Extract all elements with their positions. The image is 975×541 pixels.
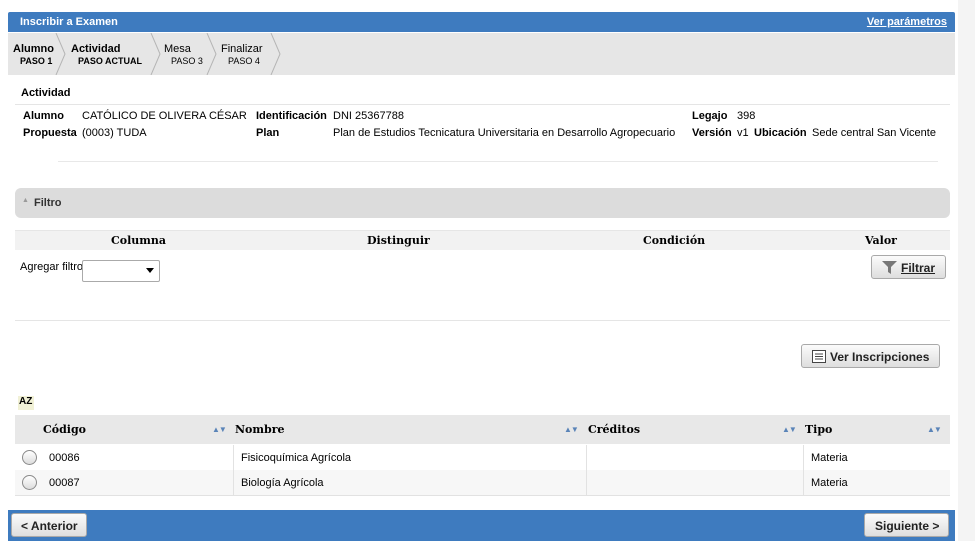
divider	[15, 320, 950, 321]
step-name: Alumno	[13, 43, 54, 55]
plan-label: Plan	[256, 127, 280, 139]
cell-tipo: Materia	[804, 445, 950, 470]
wizard-steps: Alumno PASO 1 Actividad PASO ACTUAL Mesa…	[8, 33, 955, 75]
filtrar-button[interactable]: Filtrar	[871, 255, 946, 279]
filtro-columns-header: Columna Distinguir Condición Valor	[15, 230, 950, 250]
ver-inscripciones-button[interactable]: Ver Inscripciones	[801, 344, 940, 368]
siguiente-button[interactable]: Siguiente >	[864, 513, 949, 537]
collapse-triangle-icon: ▲	[22, 197, 29, 204]
step-name: Mesa	[164, 43, 191, 55]
alumno-label: Alumno	[23, 110, 64, 122]
step-number: PASO 4	[228, 56, 260, 66]
sort-arrows-icon[interactable]: ▲▼	[212, 425, 227, 434]
table-row[interactable]: 00086 Fisicoquímica Agrícola Materia	[15, 445, 950, 471]
version-label: Versión	[692, 127, 732, 139]
column-header-codigo[interactable]: Código	[43, 423, 86, 436]
filtro-col-columna: Columna	[111, 234, 167, 247]
step-finalizar[interactable]: Finalizar PASO 4	[216, 33, 281, 75]
table-row[interactable]: 00087 Biología Agrícola Materia	[15, 470, 950, 496]
footer-bar	[8, 510, 955, 541]
identificacion-value: DNI 25367788	[333, 110, 404, 122]
list-icon	[812, 350, 826, 363]
row-select-radio[interactable]	[22, 475, 37, 490]
cell-codigo-text: 00087	[49, 477, 80, 489]
divider	[15, 104, 950, 105]
plan-value: Plan de Estudios Tecnicatura Universitar…	[333, 127, 676, 139]
cell-tipo: Materia	[804, 470, 950, 495]
filtro-title: Filtro	[34, 197, 62, 209]
cell-nombre-text: Fisicoquímica Agrícola	[241, 452, 352, 464]
agregar-filtro-select[interactable]	[82, 260, 160, 282]
cell-creditos	[587, 445, 804, 470]
step-name: Actividad	[71, 43, 121, 55]
step-mesa[interactable]: Mesa PASO 3	[159, 33, 217, 75]
filtro-panel-header[interactable]: ▲ Filtro	[15, 188, 950, 218]
cell-nombre-text: Biología Agrícola	[241, 477, 324, 489]
filtro-col-condicion: Condición	[643, 234, 706, 247]
divider	[58, 161, 938, 162]
column-header-creditos[interactable]: Créditos	[588, 423, 640, 436]
cell-nombre: Biología Agrícola	[234, 470, 587, 495]
chevron-down-icon	[146, 268, 154, 273]
siguiente-label: Siguiente >	[875, 519, 940, 533]
row-select-radio[interactable]	[22, 450, 37, 465]
cell-creditos	[587, 470, 804, 495]
step-number: PASO 3	[171, 56, 203, 66]
propuesta-label: Propuesta	[23, 127, 77, 139]
filtro-col-valor: Valor	[865, 234, 897, 247]
anterior-label: < Anterior	[21, 519, 78, 533]
step-actividad[interactable]: Actividad PASO ACTUAL	[66, 33, 161, 75]
table-header: Código ▲▼ Nombre ▲▼ Créditos ▲▼ Tipo ▲▼	[15, 415, 950, 444]
cell-codigo: 00087	[41, 470, 234, 495]
identificacion-label: Identificación	[256, 110, 327, 122]
filtrar-label: Filtrar	[901, 261, 936, 275]
ver-parametros-link[interactable]: Ver parámetros	[867, 16, 947, 28]
cell-tipo-text: Materia	[811, 452, 848, 464]
window-title-bar: Inscribir a Examen Ver parámetros	[8, 12, 955, 32]
sort-az-icon[interactable]: AZ	[18, 396, 34, 410]
cell-codigo: 00086	[41, 445, 234, 470]
legajo-value: 398	[737, 110, 756, 122]
step-number: PASO ACTUAL	[78, 56, 142, 66]
version-value: v1	[737, 127, 749, 139]
ubicacion-label: Ubicación	[754, 127, 807, 139]
column-header-tipo[interactable]: Tipo	[805, 423, 832, 436]
sort-arrows-icon[interactable]: ▲▼	[782, 425, 797, 434]
sort-arrows-icon[interactable]: ▲▼	[927, 425, 942, 434]
step-alumno[interactable]: Alumno PASO 1	[8, 33, 66, 75]
ubicacion-value: Sede central San Vicente	[812, 127, 936, 139]
propuesta-value: (0003) TUDA	[82, 127, 147, 139]
step-name: Finalizar	[221, 43, 263, 55]
page-title: Inscribir a Examen	[20, 16, 118, 28]
sort-arrows-icon[interactable]: ▲▼	[564, 425, 579, 434]
alumno-value: CATÓLICO DE OLIVERA CÉSAR	[82, 110, 247, 122]
ver-inscripciones-label: Ver Inscripciones	[830, 350, 930, 364]
agregar-filtro-label: Agregar filtro	[20, 261, 83, 273]
column-header-nombre[interactable]: Nombre	[235, 423, 285, 436]
section-title-actividad: Actividad	[21, 87, 71, 99]
cell-codigo-text: 00086	[49, 452, 80, 464]
cell-nombre: Fisicoquímica Agrícola	[234, 445, 587, 470]
anterior-button[interactable]: < Anterior	[11, 513, 87, 537]
step-number: PASO 1	[20, 56, 53, 66]
cell-tipo-text: Materia	[811, 477, 848, 489]
vertical-scrollbar[interactable]	[958, 0, 975, 541]
step-chevron-icon	[270, 33, 281, 75]
filtro-col-distinguir: Distinguir	[367, 234, 430, 247]
legajo-label: Legajo	[692, 110, 728, 122]
funnel-icon	[882, 261, 897, 274]
